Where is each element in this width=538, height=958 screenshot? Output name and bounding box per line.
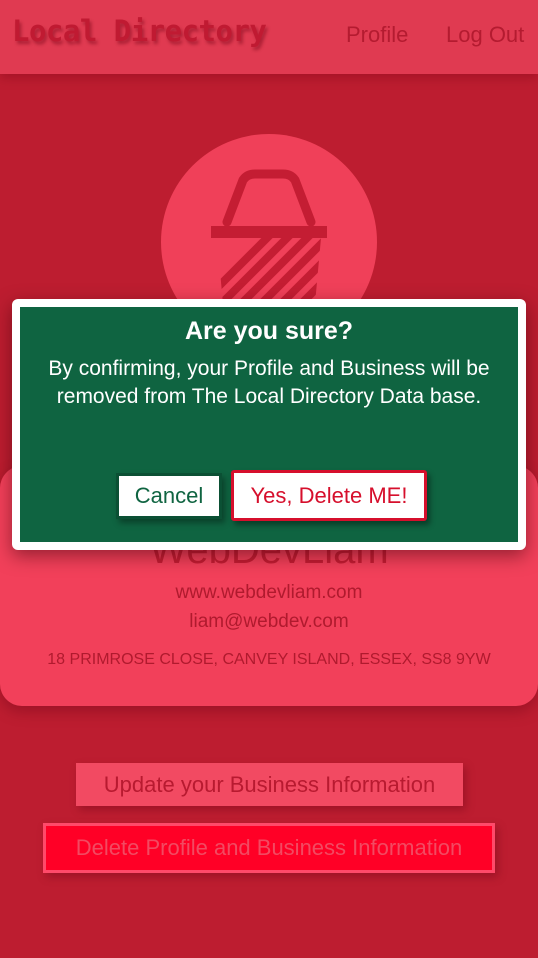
confirm-delete-button[interactable]: Yes, Delete ME! [231, 470, 427, 521]
business-website[interactable]: www.webdevliam.com [0, 582, 538, 604]
top-navigation-bar: Local Directory Profile Log Out [0, 0, 538, 74]
dialog-title: Are you sure? [184, 317, 354, 345]
update-business-button[interactable]: Update your Business Information [76, 763, 463, 806]
business-address: 18 PRIMROSE CLOSE, CANVEY ISLAND, ESSEX,… [47, 651, 491, 668]
brand-title[interactable]: Local Directory [12, 14, 267, 48]
dialog-body: Are you sure? By confirming, your Profil… [20, 307, 518, 542]
nav-profile-link[interactable]: Profile [346, 22, 408, 48]
cancel-button[interactable]: Cancel [116, 473, 222, 519]
dialog-message: By confirming, your Profile and Business… [48, 357, 490, 408]
nav-logout-link[interactable]: Log Out [446, 22, 524, 48]
delete-profile-button[interactable]: Delete Profile and Business Information [43, 823, 495, 873]
business-email[interactable]: liam@webdev.com [0, 611, 538, 633]
confirm-delete-dialog: Are you sure? By confirming, your Profil… [12, 299, 526, 550]
